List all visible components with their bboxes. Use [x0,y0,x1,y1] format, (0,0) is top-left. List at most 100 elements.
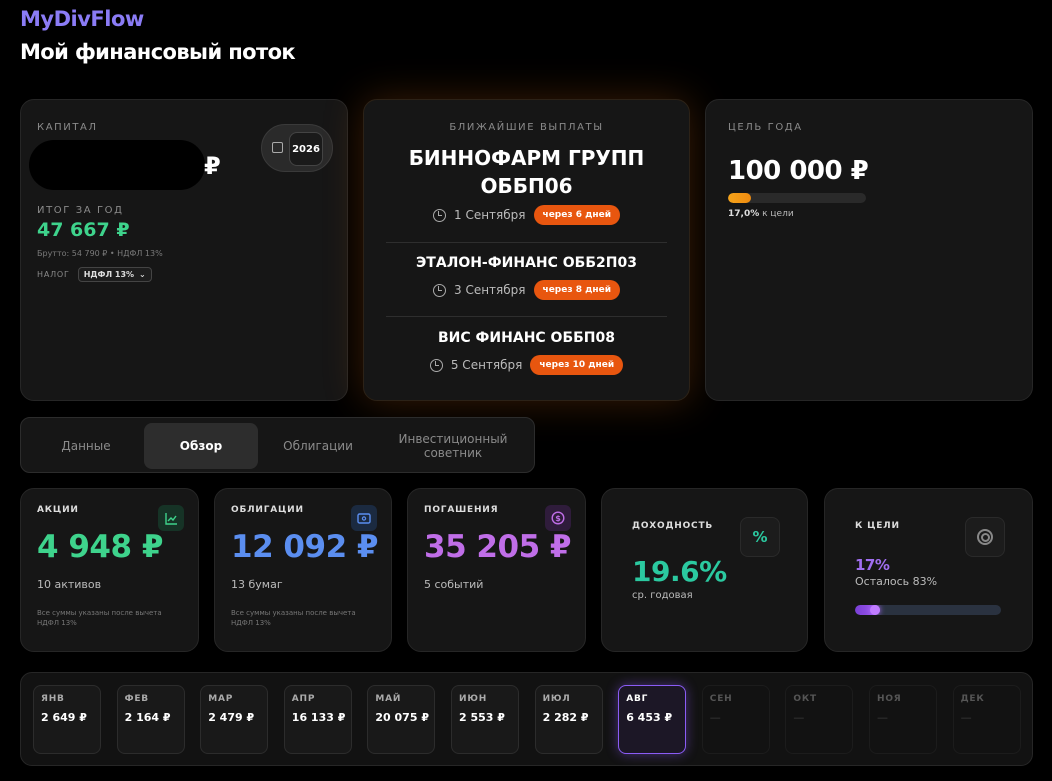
month-value: 6 453 ₽ [626,711,673,724]
tax-note: Все суммы указаны после вычета НДФЛ 13% [37,609,162,627]
capital-currency: ₽ [204,152,221,180]
goal-progress-fill [728,193,752,203]
gross-note: Брутто: 54 790 ₽ • НДФЛ 13% [37,249,163,258]
upcoming-payouts-card: БЛИЖАЙШИЕ ВЫПЛАТЫ БИННОФАРМ ГРУПП ОББП06… [363,99,690,401]
month-tile-8[interactable]: СЕН — [701,685,770,754]
bonds-count: 13 бумаг [231,578,283,591]
month-tile-3[interactable]: АПР 16 133 ₽ [283,685,352,754]
payout-name-line1: БИННОФАРМ ГРУПП [408,146,645,170]
stocks-label: АКЦИИ [37,505,79,515]
tab-bonds[interactable]: Облигации [261,423,375,469]
month-tile-5[interactable]: ИЮН 2 553 ₽ [451,685,519,754]
target-ring [977,529,993,545]
payout-item[interactable]: ЭТАЛОН-ФИНАНС ОББ2П03 3 Сентября через 8… [384,255,669,300]
svg-text:$: $ [555,514,561,523]
redemptions-card: ПОГАШЕНИЯ $ 35 205 ₽ 5 событий [407,488,586,652]
month-value: 2 649 ₽ [41,711,87,724]
month-value: 2 553 ₽ [459,711,505,724]
bonds-value: 12 092 ₽ [231,529,379,565]
tax-row: НАЛОГ НДФЛ 13% ⌄ [37,267,152,282]
month-tile-10[interactable]: НОЯ — [869,685,937,754]
payout-name-line2: ОББП06 [480,174,573,198]
month-name: МАР [208,694,234,704]
payout-meta: 3 Сентября через 8 дней [384,280,669,300]
goal-percent: 17,0% к цели [728,209,794,219]
payout-item[interactable]: БИННОФАРМ ГРУПП ОББП06 1 Сентября через … [384,144,669,225]
year-selector[interactable]: 2026 [261,124,333,172]
stocks-value: 4 948 ₽ [37,529,163,565]
tab-data[interactable]: Данные [29,423,143,469]
month-tile-7[interactable]: АВГ 6 453 ₽ [618,685,687,754]
payout-meta: 1 Сентября через 6 дней [384,205,669,225]
target-label: К ЦЕЛИ [855,521,900,531]
payouts-label: БЛИЖАЙШИЕ ВЫПЛАТЫ [449,122,604,133]
days-left-badge: через 10 дней [530,355,624,375]
month-value: — [960,711,972,724]
goal-percent-suffix: к цели [762,209,794,219]
capital-label: КАПИТАЛ [37,122,98,133]
month-name: ИЮН [459,694,488,704]
yield-sub: ср. годовая [632,590,693,601]
year-value[interactable]: 2026 [289,132,323,166]
goal-percent-value: 17,0% [728,209,760,219]
banknote-icon [351,505,377,531]
clock-icon [433,283,446,297]
days-left-badge: через 6 дней [533,205,620,225]
payout-name: БИННОФАРМ ГРУПП ОББП06 [384,144,669,200]
month-value: — [793,711,805,724]
calendar-icon [272,142,283,153]
goal-label: ЦЕЛЬ ГОДА [728,122,803,133]
year-total-value: 47 667 ₽ [37,219,130,241]
month-tile-11[interactable]: ДЕК — [952,685,1021,754]
target-progress-bar [855,605,1001,615]
month-name: МАЙ [375,694,402,704]
month-value: — [877,711,888,724]
stocks-card: АКЦИИ 4 948 ₽ 10 активов Все суммы указа… [20,488,199,652]
month-name: ФЕВ [124,694,149,704]
month-value: 20 075 ₽ [375,711,429,724]
month-name: ИЮЛ [542,694,571,704]
month-value: 2 164 ₽ [124,711,171,724]
divider [386,316,667,317]
monthly-strip: ЯНВ 2 649 ₽ ФЕВ 2 164 ₽ МАР 2 479 ₽ АПР 16 133 … [20,672,1033,766]
page-title: Мой финансовый поток [20,40,296,64]
tax-note: Все суммы указаны после вычета НДФЛ 13% [231,609,356,627]
year-total-label: ИТОГ ЗА ГОД [37,205,124,216]
tax-select[interactable]: НДФЛ 13% ⌄ [77,267,152,282]
clock-icon [433,208,446,222]
tax-label: НАЛОГ [37,270,70,279]
target-card: К ЦЕЛИ 17% Осталось 83% [824,488,1033,652]
month-name: ОКТ [793,694,817,704]
tab-advisor[interactable]: Инвестиционный советник [383,423,523,469]
capital-value-redacted [29,140,205,190]
month-name: СЕН [709,694,733,704]
payout-item[interactable]: ВИС ФИНАНС ОББП08 5 Сентября через 10 дн… [384,330,669,375]
yield-card: ДОХОДНОСТЬ % 19.6% ср. годовая [601,488,808,652]
month-name: АВГ [626,694,649,704]
payout-name: ВИС ФИНАНС ОББП08 [438,330,615,346]
month-tile-6[interactable]: ИЮЛ 2 282 ₽ [534,685,603,754]
clock-icon [429,358,443,372]
target-value: 17% [855,556,890,574]
percent-icon: % [740,517,780,557]
month-tile-9[interactable]: ОКТ — [785,685,854,754]
month-tile-4[interactable]: МАЙ 20 075 ₽ [367,685,436,754]
month-tile-0[interactable]: ЯНВ 2 649 ₽ [33,685,101,754]
yield-value: 19.6% [632,555,727,588]
target-remaining: Осталось 83% [855,575,938,588]
month-tile-2[interactable]: МАР 2 479 ₽ [200,685,269,754]
bonds-label: ОБЛИГАЦИИ [231,505,304,515]
divider [386,242,667,243]
target-progress-fill [855,605,880,615]
tab-overview[interactable]: Обзор [144,423,258,469]
redemptions-value: 35 205 ₽ [424,529,572,565]
dollar-coin-icon: $ [545,505,571,531]
month-name: НОЯ [877,694,902,704]
capital-card: КАПИТАЛ ₽ 2026 ИТОГ ЗА ГОД 47 667 ₽ Брут… [20,99,348,401]
tax-select-value: НДФЛ 13% [83,270,135,279]
chevron-down-icon: ⌄ [139,270,146,279]
brand-logo: MyDivFlow [20,7,144,31]
bonds-card: ОБЛИГАЦИИ 12 092 ₽ 13 бумаг Все суммы ук… [214,488,392,652]
yield-label: ДОХОДНОСТЬ [632,521,714,531]
month-tile-1[interactable]: ФЕВ 2 164 ₽ [116,685,185,754]
